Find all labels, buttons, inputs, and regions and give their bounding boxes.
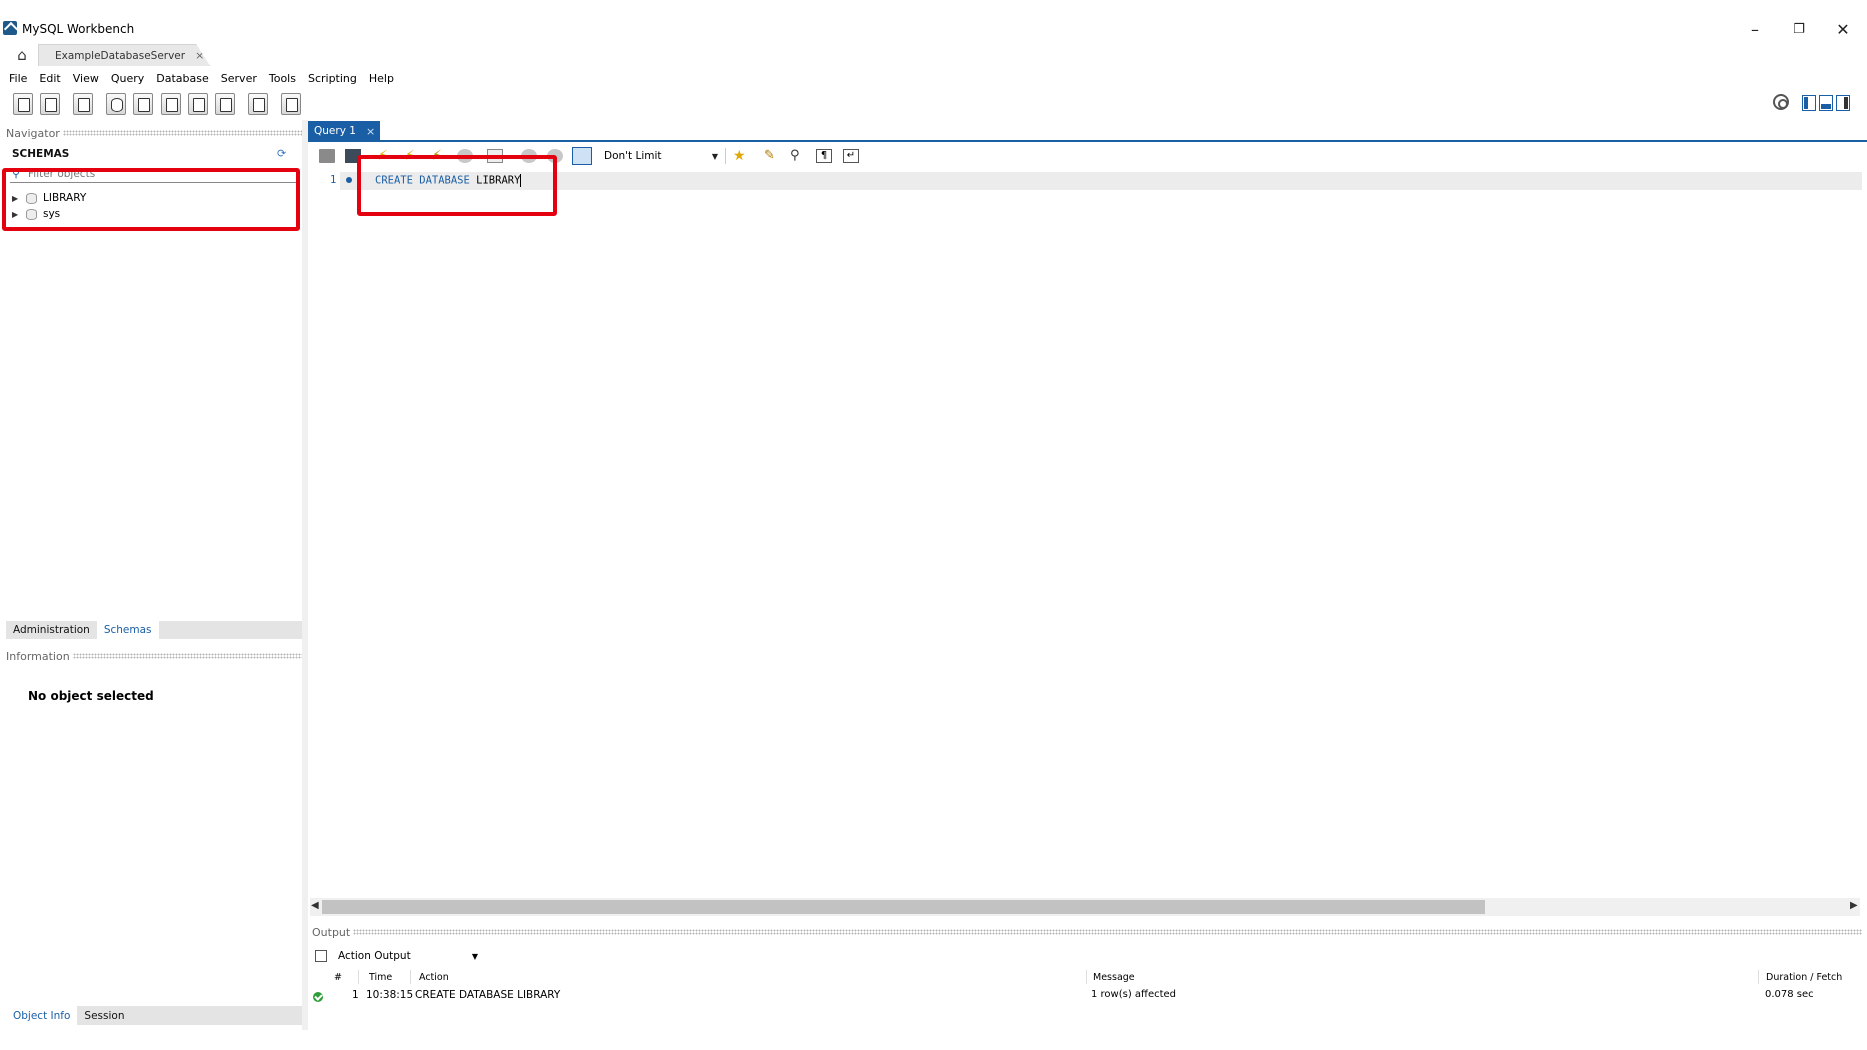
home-icon[interactable]: ⌂ — [11, 46, 33, 64]
tab-session[interactable]: Session — [77, 1006, 131, 1025]
line-number: 1 — [330, 174, 337, 186]
settings-icon[interactable] — [1773, 94, 1789, 110]
success-check-icon — [313, 992, 323, 1002]
mysql-workbench-logo-icon — [3, 21, 17, 35]
inspector-icon[interactable] — [73, 93, 93, 115]
column-divider — [358, 970, 359, 984]
output-header: Output — [312, 924, 1862, 940]
column-header-message: Message — [1093, 972, 1135, 983]
menu-help[interactable]: Help — [363, 72, 400, 85]
output-label: Output — [312, 925, 351, 939]
output-row-number: 1 — [352, 989, 359, 1001]
connection-tab[interactable]: ExampleDatabaseServer × — [38, 44, 210, 66]
add-snippet-star-icon[interactable]: ★ — [733, 149, 749, 163]
menu-edit[interactable]: Edit — [33, 72, 66, 85]
no-object-selected-text: No object selected — [28, 689, 154, 703]
word-wrap-icon[interactable]: ↵ — [843, 149, 859, 163]
menu-server[interactable]: Server — [215, 72, 263, 85]
close-query-tab-icon[interactable]: × — [366, 125, 375, 138]
menu-tools[interactable]: Tools — [263, 72, 302, 85]
schemas-title: SCHEMAS — [6, 145, 302, 163]
output-type-select[interactable]: Action Output ▼ — [338, 948, 478, 964]
query-tab-label: Query 1 — [314, 125, 356, 137]
window-title: MySQL Workbench — [22, 22, 135, 36]
connection-tab-strip — [0, 44, 1867, 66]
output-row-action: CREATE DATABASE LIBRARY — [415, 989, 561, 1001]
toggle-secondary-sidebar-icon[interactable] — [1836, 95, 1850, 111]
create-schema-icon[interactable] — [106, 93, 126, 115]
menu-view[interactable]: View — [67, 72, 105, 85]
header-dots — [72, 653, 302, 659]
beautify-icon[interactable]: ✎ — [764, 149, 780, 163]
create-procedure-icon[interactable] — [188, 93, 208, 115]
title-bar — [0, 0, 1867, 30]
navigator-tabs: Administration Schemas — [6, 621, 302, 639]
column-header-time: Time — [369, 972, 393, 983]
menu-file[interactable]: File — [3, 72, 33, 85]
tab-schemas[interactable]: Schemas — [96, 621, 159, 639]
limit-value: Don't Limit — [604, 150, 662, 162]
query-tab-bar — [308, 121, 1867, 142]
information-header: Information — [6, 648, 302, 664]
column-divider — [410, 970, 411, 984]
open-sql-script-icon[interactable] — [40, 93, 60, 115]
autocommit-icon[interactable] — [572, 147, 592, 165]
info-bottom-tabs: Object Info Session — [6, 1006, 302, 1025]
column-divider — [1086, 970, 1087, 984]
toolbar-separator — [725, 148, 726, 164]
sql-editor[interactable] — [308, 170, 1867, 898]
chevron-down-icon: ▼ — [711, 151, 718, 161]
menu-scripting[interactable]: Scripting — [302, 72, 363, 85]
query-tab[interactable]: Query 1 × — [308, 121, 380, 141]
create-function-icon[interactable] — [215, 93, 235, 115]
menu-database[interactable]: Database — [150, 72, 215, 85]
tab-object-info[interactable]: Object Info — [6, 1006, 78, 1025]
open-file-icon[interactable] — [319, 149, 335, 163]
statement-marker-icon — [346, 177, 352, 183]
navigator-header: Navigator — [6, 125, 302, 141]
create-table-icon[interactable] — [133, 93, 153, 115]
annotation-highlight-box — [357, 155, 557, 216]
new-sql-tab-icon[interactable] — [13, 93, 33, 115]
chevron-down-icon: ▼ — [471, 951, 478, 961]
menu-bar: File Edit View Query Database Server Too… — [0, 68, 1867, 88]
copy-icon[interactable] — [315, 950, 327, 962]
current-line-highlight — [340, 172, 1862, 190]
minimize-button[interactable]: – — [1732, 14, 1778, 44]
navigator-label: Navigator — [6, 126, 60, 140]
output-row-duration: 0.078 sec — [1765, 989, 1814, 1000]
invisible-chars-icon[interactable]: ¶ — [816, 149, 832, 163]
search-table-data-icon[interactable] — [248, 93, 268, 115]
menu-query[interactable]: Query — [105, 72, 150, 85]
create-view-icon[interactable] — [161, 93, 181, 115]
connection-tab-label: ExampleDatabaseServer — [55, 49, 186, 62]
scroll-right-icon[interactable]: ▶ — [1850, 900, 1858, 911]
reconnect-icon[interactable] — [281, 93, 301, 115]
toggle-output-icon[interactable] — [1819, 95, 1833, 111]
scroll-left-icon[interactable]: ◀ — [311, 900, 319, 911]
column-divider — [1758, 970, 1759, 984]
output-type-value: Action Output — [338, 950, 411, 962]
column-header-number: # — [334, 972, 342, 983]
header-dots — [62, 130, 302, 136]
information-label: Information — [6, 649, 70, 663]
output-row-time: 10:38:15 — [366, 989, 414, 1001]
limit-rows-select[interactable]: Don't Limit ▼ — [604, 147, 718, 165]
refresh-schemas-icon[interactable]: ⟳ — [277, 148, 288, 159]
column-header-action: Action — [419, 972, 449, 983]
header-dots — [353, 929, 1862, 935]
annotation-highlight-box — [2, 168, 300, 231]
close-window-button[interactable]: ✕ — [1820, 14, 1866, 44]
find-icon[interactable]: ⚲ — [790, 149, 806, 163]
tab-administration[interactable]: Administration — [6, 621, 97, 639]
output-row-message: 1 row(s) affected — [1091, 989, 1177, 1000]
scrollbar-thumb[interactable] — [322, 900, 1485, 914]
toggle-sidebar-icon[interactable] — [1802, 95, 1816, 111]
restore-button[interactable]: ❐ — [1776, 14, 1822, 44]
mysql-workbench-window: MySQL Workbench – ❐ ✕ ⌂ ExampleDatabaseS… — [0, 0, 1867, 1050]
column-header-duration: Duration / Fetch — [1766, 972, 1843, 983]
